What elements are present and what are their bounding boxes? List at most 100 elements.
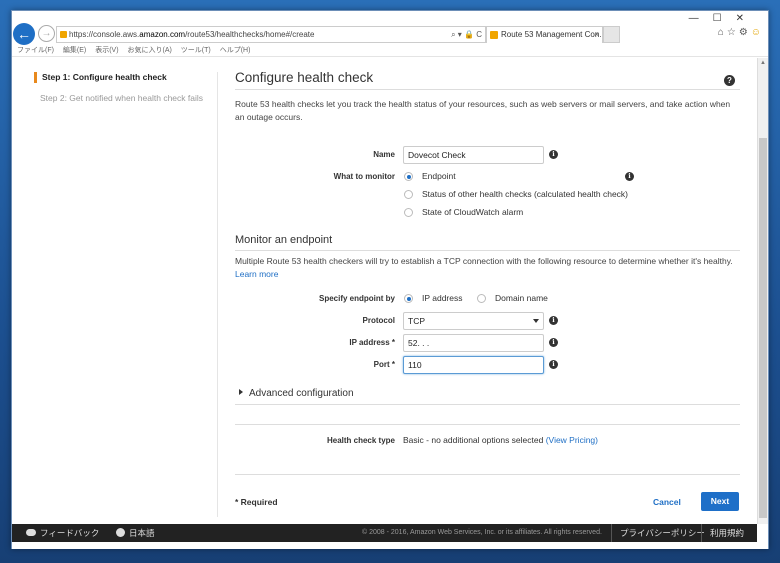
- name-row: Name Dovecot Check i: [235, 146, 740, 164]
- url-prefix: https://console.aws.: [69, 30, 140, 39]
- domain-name-radio[interactable]: [477, 294, 486, 303]
- port-info-icon[interactable]: i: [549, 360, 558, 369]
- sidebar-divider: [217, 72, 218, 517]
- endpoint-option[interactable]: Endpoint: [422, 171, 456, 181]
- endpoint-radio[interactable]: [404, 172, 413, 181]
- advanced-divider: [235, 404, 740, 405]
- endpoint-divider: [235, 250, 740, 251]
- gear-icon[interactable]: ⚙: [739, 27, 751, 38]
- address-bar[interactable]: https://console.aws.amazon.com/route53/h…: [56, 26, 486, 43]
- cloudwatch-option[interactable]: State of CloudWatch alarm: [422, 207, 523, 217]
- new-tab-button[interactable]: [603, 26, 620, 43]
- menu-file[interactable]: ファイル(F): [17, 47, 54, 54]
- window-controls-icon[interactable]: —☐✕: [689, 13, 758, 24]
- advanced-label: Advanced configuration: [249, 388, 354, 399]
- speech-bubble-icon: [26, 529, 36, 536]
- domain-name-option[interactable]: Domain name: [495, 293, 548, 303]
- specify-label: Specify endpoint by: [318, 294, 395, 303]
- advanced-configuration-toggle[interactable]: Advanced configuration: [239, 388, 354, 399]
- protocol-info-icon[interactable]: i: [549, 316, 558, 325]
- browser-toolbar: ← → https://console.aws.amazon.com/route…: [12, 11, 768, 45]
- menu-bar: ファイル(F) 編集(E) 表示(V) お気に入り(A) ツール(T) ヘルプ(…: [12, 45, 768, 57]
- help-icon[interactable]: ?: [724, 75, 735, 86]
- language-selector[interactable]: 日本語: [116, 524, 155, 542]
- port-label: Port *: [373, 360, 395, 369]
- name-info-icon[interactable]: i: [549, 150, 558, 159]
- type-top-divider: [235, 424, 740, 425]
- protocol-label: Protocol: [362, 316, 395, 325]
- window-bottom-edge: [12, 542, 768, 549]
- ip-address-radio[interactable]: [404, 294, 413, 303]
- step-1[interactable]: Step 1: Configure health check: [34, 72, 224, 83]
- scrollbar-thumb[interactable]: [759, 138, 767, 518]
- specify-row: Specify endpoint by IP address Domain na…: [235, 290, 740, 308]
- browser-icons[interactable]: ⌂☆⚙☺: [718, 27, 764, 38]
- cloudwatch-radio[interactable]: [404, 208, 413, 217]
- required-note: * Required: [235, 497, 278, 507]
- console-footer: フィードバック 日本語 © 2008 - 2016, Amazon Web Se…: [12, 524, 757, 542]
- menu-help[interactable]: ヘルプ(H): [220, 47, 251, 54]
- feedback-label: フィードバック: [40, 528, 100, 538]
- port-input[interactable]: 110: [403, 356, 544, 374]
- page-title: Configure health check: [235, 70, 374, 85]
- site-icon: [60, 31, 67, 38]
- endpoint-section-title: Monitor an endpoint: [235, 234, 333, 246]
- language-label: 日本語: [129, 528, 155, 538]
- menu-tools[interactable]: ツール(T): [181, 47, 211, 54]
- name-label: Name: [373, 150, 395, 159]
- port-row: Port * 110 i: [235, 356, 740, 374]
- forward-arrow-icon[interactable]: →: [38, 25, 55, 42]
- monitor-label: What to monitor: [333, 172, 395, 181]
- monitor-info-icon[interactable]: i: [625, 172, 634, 181]
- protocol-select[interactable]: TCP: [403, 312, 544, 330]
- menu-view[interactable]: 表示(V): [95, 47, 118, 54]
- calculated-radio[interactable]: [404, 190, 413, 199]
- view-pricing-link[interactable]: (View Pricing): [546, 435, 598, 445]
- type-value: Basic - no additional options selected (…: [403, 435, 598, 445]
- tab-title: Route 53 Management Con...: [501, 30, 603, 39]
- calculated-option[interactable]: Status of other health checks (calculate…: [422, 189, 628, 199]
- feedback-link[interactable]: フィードバック: [26, 524, 99, 542]
- browser-tab[interactable]: Route 53 Management Con... ×: [486, 26, 603, 43]
- url-path: /route53/healthchecks/home#/create: [185, 30, 315, 39]
- address-tools-icon[interactable]: ⌕ ▾ 🔒 C: [451, 27, 482, 42]
- wizard-steps: Step 1: Configure health check Step 2: G…: [34, 72, 224, 103]
- endpoint-description: Multiple Route 53 health checkers will t…: [235, 255, 740, 281]
- endpoint-desc-text: Multiple Route 53 health checkers will t…: [235, 256, 733, 266]
- cancel-button[interactable]: Cancel: [653, 497, 681, 507]
- type-value-text: Basic - no additional options selected: [403, 435, 544, 445]
- tab-close-icon[interactable]: ×: [594, 27, 599, 43]
- smiley-icon[interactable]: ☺: [751, 27, 764, 38]
- chevron-down-icon: [533, 319, 539, 323]
- ip-row: IP address * 52. . . i: [235, 334, 740, 352]
- menu-favorites[interactable]: お気に入り(A): [128, 47, 172, 54]
- type-label: Health check type: [326, 436, 395, 445]
- ip-label: IP address *: [349, 338, 395, 347]
- protocol-row: Protocol TCP i: [235, 312, 740, 330]
- privacy-policy-link[interactable]: プライバシーポリシー: [611, 524, 713, 542]
- browser-window: ← → https://console.aws.amazon.com/route…: [11, 10, 769, 549]
- ip-address-option[interactable]: IP address: [422, 293, 462, 303]
- vertical-scrollbar[interactable]: ▲: [757, 58, 768, 524]
- title-divider: [235, 89, 740, 90]
- scroll-up-icon[interactable]: ▲: [760, 60, 766, 66]
- terms-link[interactable]: 利用規約: [701, 524, 752, 542]
- ip-address-input[interactable]: 52. . .: [403, 334, 544, 352]
- monitor-row: What to monitor Endpoint i Status of oth…: [235, 168, 740, 222]
- step-2[interactable]: Step 2: Get notified when health check f…: [34, 93, 224, 103]
- star-icon[interactable]: ☆: [727, 27, 739, 38]
- name-input[interactable]: Dovecot Check: [403, 146, 544, 164]
- protocol-value: TCP: [408, 316, 425, 326]
- learn-more-link[interactable]: Learn more: [235, 269, 278, 279]
- page-description: Route 53 health checks let you track the…: [235, 99, 731, 122]
- copyright-text: © 2008 - 2016, Amazon Web Services, Inc.…: [362, 529, 602, 536]
- next-button[interactable]: Next: [701, 492, 739, 511]
- form-panel: Configure health check ? Route 53 health…: [235, 70, 740, 511]
- url-host: amazon.com: [139, 30, 186, 39]
- home-icon[interactable]: ⌂: [718, 27, 727, 38]
- ip-info-icon[interactable]: i: [549, 338, 558, 347]
- globe-icon: [116, 528, 125, 537]
- menu-edit[interactable]: 編集(E): [63, 47, 86, 54]
- page-content: Step 1: Configure health check Step 2: G…: [12, 58, 757, 524]
- back-arrow-icon[interactable]: ←: [13, 23, 35, 45]
